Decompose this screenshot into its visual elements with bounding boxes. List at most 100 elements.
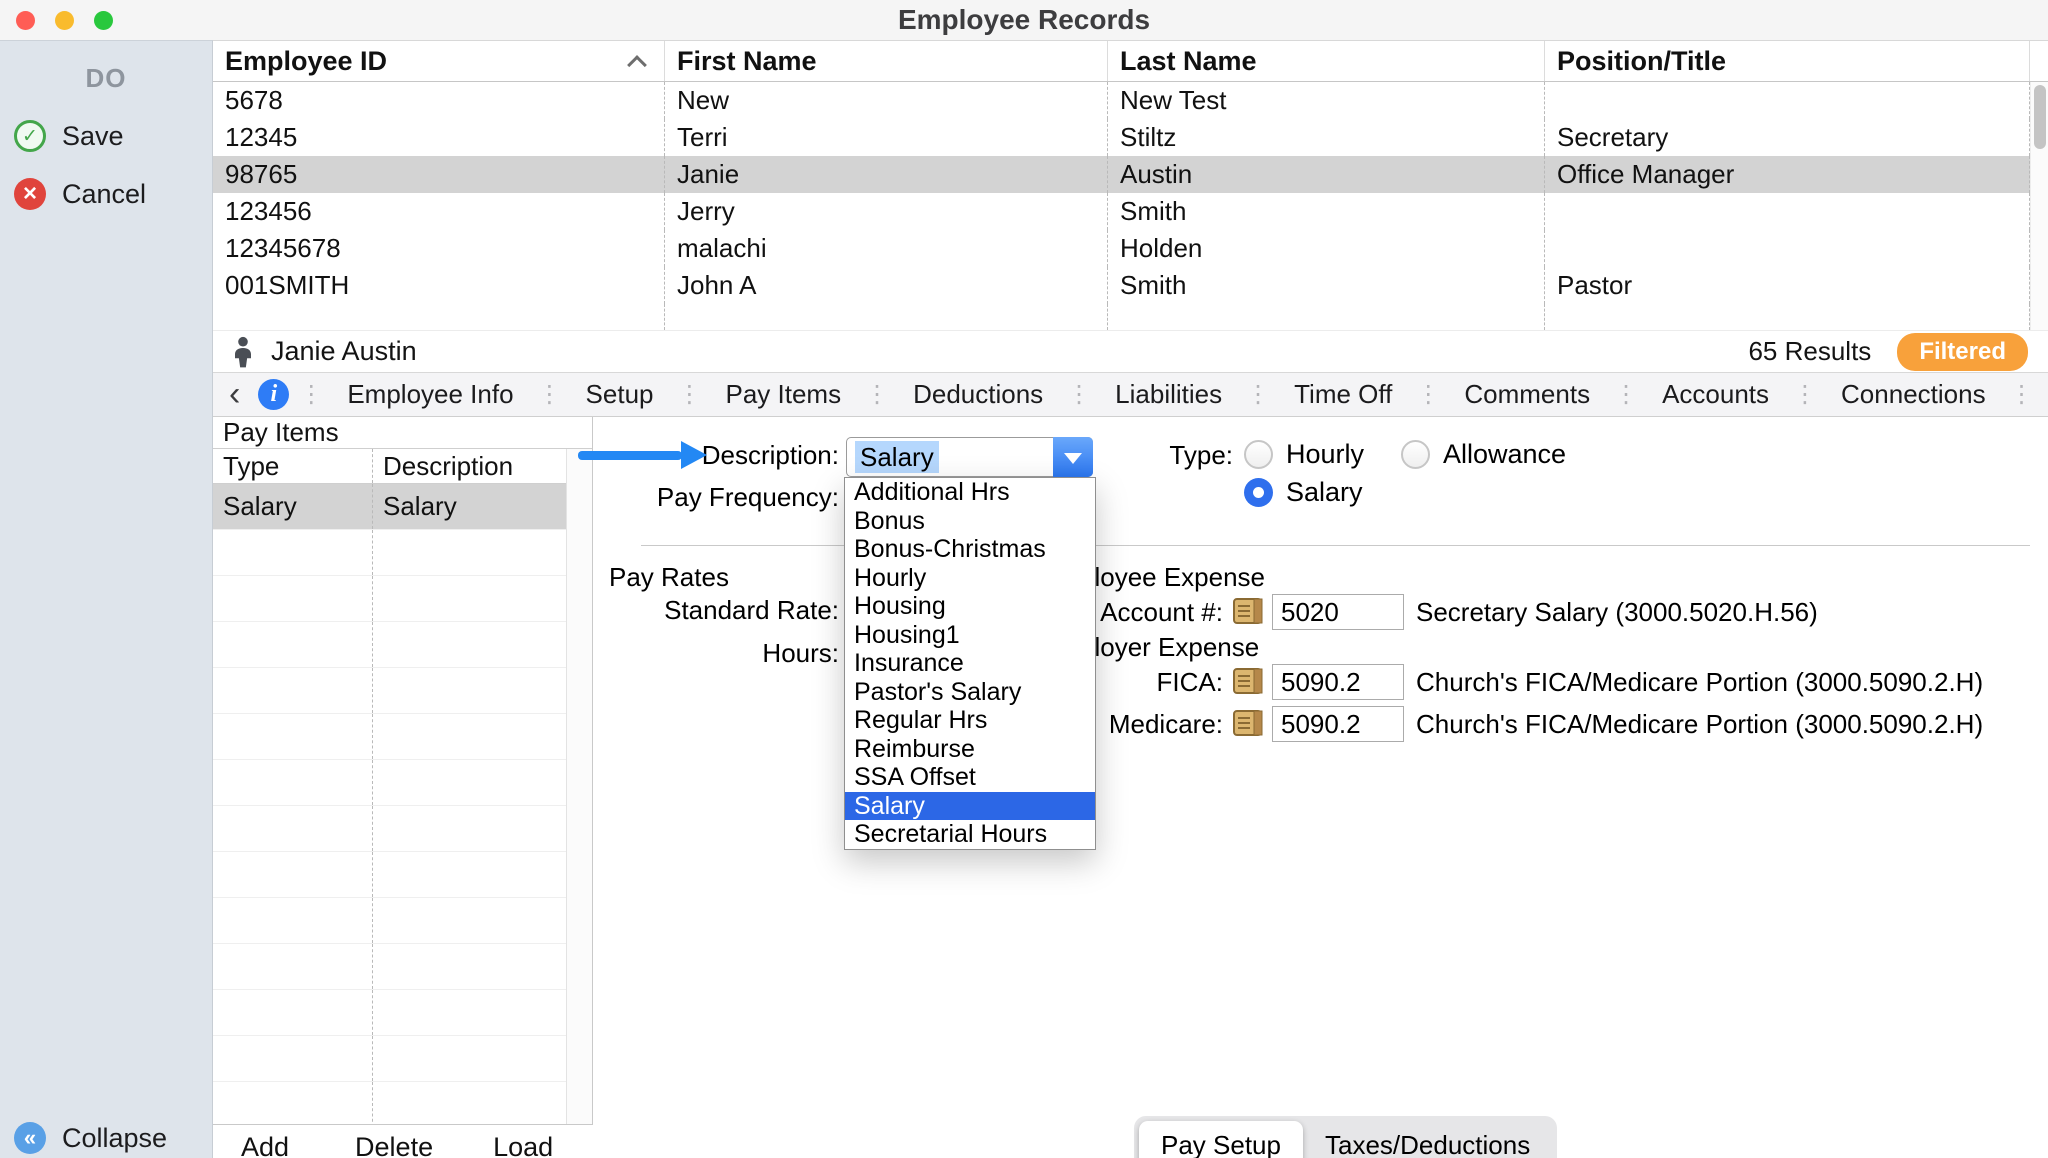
employee-row-123456[interactable]: 123456JerrySmith [213, 193, 2048, 230]
pay-item-description-cell [373, 668, 592, 713]
column-header-position-title[interactable]: Position/Title [1545, 41, 2030, 81]
table-scrollbar[interactable] [2030, 82, 2048, 330]
tabs-scroll-right-icon[interactable]: › [2044, 373, 2048, 416]
radio-allowance[interactable]: Allowance [1401, 439, 1566, 470]
tab-employee-info[interactable]: Employee Info [333, 379, 527, 410]
employee-table-body: 5678NewNew Test12345TerriStiltzSecretary… [213, 82, 2048, 330]
tab-deductions[interactable]: Deductions [899, 379, 1057, 410]
dropdown-option-hourly[interactable]: Hourly [845, 564, 1095, 593]
tabs-scroll-left-icon[interactable]: ‹ [213, 373, 256, 416]
pay-items-column-headers: Type Description [213, 449, 592, 484]
pay-item-empty-row[interactable] [213, 668, 592, 714]
tab-setup[interactable]: Setup [572, 379, 668, 410]
dropdown-option-regular-hrs[interactable]: Regular Hrs [845, 706, 1095, 735]
pay-item-description-cell [373, 714, 592, 759]
dropdown-option-bonus-christmas[interactable]: Bonus-Christmas [845, 535, 1095, 564]
dropdown-option-salary[interactable]: Salary [845, 792, 1095, 821]
column-header-last-name[interactable]: Last Name [1108, 41, 1545, 81]
dropdown-option-secretarial-hours[interactable]: Secretarial Hours [845, 820, 1095, 849]
tab-time-off[interactable]: Time Off [1280, 379, 1406, 410]
scrollbar-thumb[interactable] [2034, 85, 2046, 149]
add-button[interactable]: Add [241, 1125, 289, 1158]
fica-lookup-ledger-icon[interactable] [1232, 666, 1266, 698]
close-window-button[interactable] [16, 11, 35, 30]
pay-item-empty-row[interactable] [213, 530, 592, 576]
pay-item-type-cell [213, 1036, 373, 1081]
filtered-badge[interactable]: Filtered [1897, 333, 2028, 371]
cancel-label: Cancel [62, 179, 146, 210]
pay-item-empty-row[interactable] [213, 806, 592, 852]
tab-accounts[interactable]: Accounts [1648, 379, 1783, 410]
save-button[interactable]: ✓ Save [0, 120, 212, 152]
dropdown-option-housing[interactable]: Housing [845, 592, 1095, 621]
radio-salary-label: Salary [1286, 477, 1363, 508]
record-bar: Janie Austin 65 Results Filtered [213, 330, 2048, 372]
pay-rates-heading: Pay Rates [609, 559, 729, 595]
tab-separator-dots: ⋮ [1604, 380, 1648, 409]
fica-account-description: Church's FICA/Medicare Portion (3000.509… [1416, 664, 1983, 700]
hours-label: Hours: [594, 635, 839, 671]
medicare-account-field[interactable]: 5090.2 [1272, 706, 1404, 742]
dropdown-option-additional-hrs[interactable]: Additional Hrs [845, 478, 1095, 507]
pay-item-empty-row[interactable] [213, 760, 592, 806]
radio-hourly[interactable]: Hourly [1244, 439, 1364, 470]
dropdown-option-pastor-s-salary[interactable]: Pastor's Salary [845, 678, 1095, 707]
delete-button[interactable]: Delete [355, 1125, 433, 1158]
radio-salary[interactable]: Salary [1244, 477, 1363, 508]
load-button[interactable]: Load [493, 1125, 553, 1158]
pay-item-row[interactable]: SalarySalary [213, 484, 592, 530]
info-icon[interactable]: i [258, 379, 289, 410]
titlebar: Employee Records [0, 0, 2048, 40]
tab-connections[interactable]: Connections [1827, 379, 2000, 410]
pay-item-empty-row[interactable] [213, 622, 592, 668]
account-number-field[interactable]: 5020 [1272, 594, 1404, 630]
column-header-type[interactable]: Type [213, 449, 373, 483]
tab-taxes-deductions[interactable]: Taxes/Deductions [1303, 1121, 1552, 1158]
tab-pay-items[interactable]: Pay Items [712, 379, 856, 410]
cancel-button[interactable]: × Cancel [0, 178, 212, 210]
table-cell: Stiltz [1108, 119, 1545, 156]
pay-item-empty-row[interactable] [213, 1082, 592, 1125]
column-header-label: Last Name [1120, 46, 1257, 76]
pay-item-description-cell [373, 622, 592, 667]
account-lookup-ledger-icon[interactable] [1232, 596, 1266, 628]
column-header-description[interactable]: Description [373, 449, 592, 483]
dropdown-option-ssa-offset[interactable]: SSA Offset [845, 763, 1095, 792]
pointer-arrow-icon [578, 451, 682, 460]
pay-item-empty-row[interactable] [213, 576, 592, 622]
column-header-first-name[interactable]: First Name [665, 41, 1108, 81]
tab-pay-setup[interactable]: Pay Setup [1139, 1121, 1303, 1158]
pay-items-scrollbar[interactable] [566, 449, 592, 1124]
tab-comments[interactable]: Comments [1450, 379, 1604, 410]
employee-row-98765[interactable]: 98765JanieAustinOffice Manager [213, 156, 2048, 193]
tab-separator-dots: ⋮ [855, 380, 899, 409]
fica-account-field[interactable]: 5090.2 [1272, 664, 1404, 700]
medicare-lookup-ledger-icon[interactable] [1232, 708, 1266, 740]
pay-item-type-cell [213, 576, 373, 621]
tab-separator-dots: ⋮ [1406, 380, 1450, 409]
employee-row-5678[interactable]: 5678NewNew Test [213, 82, 2048, 119]
save-label: Save [62, 121, 124, 152]
pay-item-empty-row[interactable] [213, 944, 592, 990]
collapse-button[interactable]: « Collapse [0, 1122, 167, 1154]
tab-separator-dots: ⋮ [1057, 380, 1101, 409]
minimize-window-button[interactable] [55, 11, 74, 30]
pay-item-empty-row[interactable] [213, 852, 592, 898]
tab-liabilities[interactable]: Liabilities [1101, 379, 1236, 410]
employee-row-12345[interactable]: 12345TerriStiltzSecretary [213, 119, 2048, 156]
employee-row-12345678[interactable]: 12345678malachiHolden [213, 230, 2048, 267]
pay-item-empty-row[interactable] [213, 714, 592, 760]
dropdown-option-insurance[interactable]: Insurance [845, 649, 1095, 678]
column-header-employee-id[interactable]: Employee ID [213, 41, 665, 81]
dropdown-option-housing1[interactable]: Housing1 [845, 621, 1095, 650]
zoom-window-button[interactable] [94, 11, 113, 30]
pay-item-detail: Description: Salary Pay Frequency: Type:… [594, 417, 2048, 1158]
employee-row-001smith[interactable]: 001SMITHJohn ASmithPastor [213, 267, 2048, 304]
pay-item-empty-row[interactable] [213, 990, 592, 1036]
dropdown-option-bonus[interactable]: Bonus [845, 507, 1095, 536]
pay-item-empty-row[interactable] [213, 898, 592, 944]
radio-circle [1401, 440, 1430, 469]
dropdown-option-reimburse[interactable]: Reimburse [845, 735, 1095, 764]
pay-item-empty-row[interactable] [213, 1036, 592, 1082]
pay-item-description-cell [373, 852, 592, 897]
